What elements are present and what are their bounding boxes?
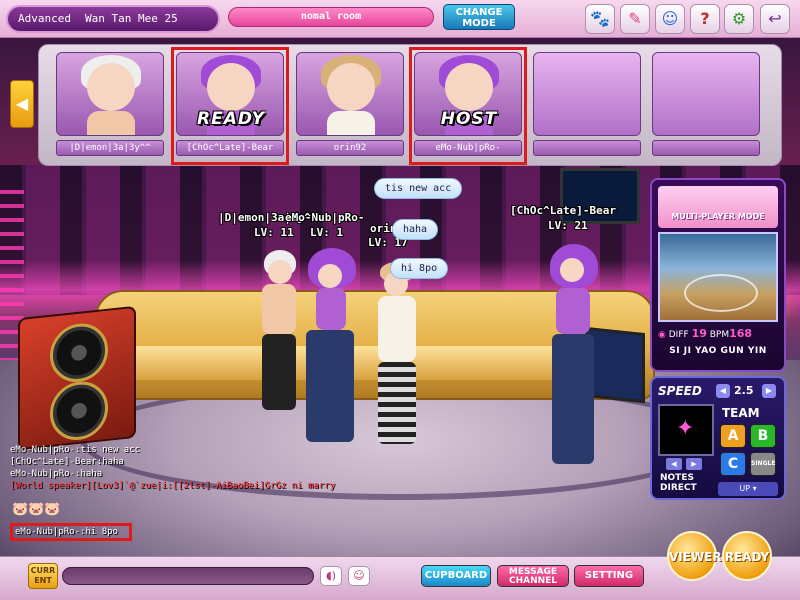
chat-latest-message: eMo-Nub|pRo-:hi 8po xyxy=(10,523,132,541)
disc-icon: ◉ xyxy=(658,330,666,340)
bpm-label: BPM xyxy=(709,330,730,340)
pig-emote-icon: 🐷 xyxy=(12,502,29,517)
slot-player-name: |D|emon|3a|3y^^ xyxy=(56,140,164,156)
empty-slot xyxy=(652,52,760,136)
speed-up-arrow-icon[interactable]: ▶ xyxy=(762,384,776,398)
stage-thumbnail[interactable] xyxy=(658,232,778,322)
character-label-choc-late-bear: [ChOc^Late]-Bear xyxy=(510,204,616,217)
host-status-badge: HOST xyxy=(440,109,498,129)
chat-input[interactable] xyxy=(62,567,314,585)
speech-bubble: hi 8po xyxy=(390,258,449,279)
song-title: SI JI YAO GUN YIN xyxy=(669,346,767,356)
character-level-emo-nub: LV: 1 xyxy=(310,226,344,239)
character-choc-late-bear[interactable] xyxy=(546,244,606,474)
ready-button[interactable]: READY xyxy=(722,531,772,581)
chat-world-message: [World speaker][Lov3]`@`zue|i:[[2lst]-Ai… xyxy=(10,481,336,491)
note-preview xyxy=(658,404,714,456)
player-slot-4[interactable]: HOST eMo-Nub|pRo- xyxy=(409,47,527,165)
team-label: TEAM xyxy=(722,406,760,420)
slot-player-name xyxy=(533,140,641,156)
diff-label: DIFF xyxy=(668,330,689,340)
note-next-arrow-icon[interactable]: ▶ xyxy=(686,458,702,470)
top-bar: Advanced Wan Tan Mee 25 nomal room CHANGE… xyxy=(0,0,800,38)
slot-player-name: eMo-Nub|pRo- xyxy=(414,140,522,156)
speed-value: 2.5 xyxy=(734,384,754,397)
player-slot-2[interactable]: READY [ChOc^Late]-Bear xyxy=(171,47,289,165)
song-stats: ◉ DIFF 19 BPM168 SI JI YAO GUN YIN xyxy=(658,326,778,356)
character-level-choc-late-bear: LV: 21 xyxy=(548,219,588,232)
paw-icon[interactable]: 🐾 xyxy=(585,4,615,34)
note-prev-arrow-icon[interactable]: ◀ xyxy=(666,458,682,470)
current-channel-button[interactable]: CURR ENT xyxy=(28,563,58,589)
chat-emote-icons: 🐷🐷🐷 xyxy=(12,502,61,517)
setting-button[interactable]: SETTING xyxy=(574,565,644,587)
player-info: Advanced Wan Tan Mee 25 xyxy=(6,5,220,33)
speech-bubble: tis new acc xyxy=(374,178,463,199)
chat-message: eMo-Nub|pRo-:haha xyxy=(10,469,103,479)
speech-bubble: haha xyxy=(392,219,439,240)
team-c-button[interactable]: C xyxy=(720,452,746,476)
empty-slot xyxy=(533,52,641,136)
diff-value: 19 xyxy=(691,327,707,340)
player-slot-6-empty[interactable] xyxy=(652,52,760,160)
chat-message: eMo-Nub|pRo-:tis new acc xyxy=(10,445,141,455)
slot-player-name: orin92 xyxy=(296,140,404,156)
emote-icon[interactable]: ☺ xyxy=(348,566,370,586)
chat-message: [ChOc^Late]-Bear:haha xyxy=(10,457,124,467)
team-a-button[interactable]: A xyxy=(720,424,746,448)
pig-emote-icon: 🐷 xyxy=(28,502,45,517)
mode-title: MULTI-PLAYER MODE xyxy=(658,186,778,228)
character-demon[interactable] xyxy=(254,250,304,420)
help-icon[interactable]: ? xyxy=(690,4,720,34)
player-mode: Advanced xyxy=(18,12,71,25)
song-info-panel: MULTI-PLAYER MODE ◉ DIFF 19 BPM168 SI JI… xyxy=(650,178,786,372)
avatar xyxy=(56,52,164,136)
change-mode-button[interactable]: CHANGE MODE xyxy=(443,4,515,30)
control-panel: SPEED ◀ 2.5 ▶ ◀ ▶ NOTES DIRECT TEAM A B … xyxy=(650,376,786,500)
change-mode-label: MODE xyxy=(462,18,496,29)
character-label-emo-nub: eMo-Nub|pRo- xyxy=(285,211,365,224)
pig-emote-icon: 🐷 xyxy=(44,502,61,517)
avatar: READY xyxy=(176,52,284,136)
slot-player-name xyxy=(652,140,760,156)
character-level-demon: LV: 11 xyxy=(254,226,294,239)
note-direction-select[interactable]: UP ▾ xyxy=(718,482,778,496)
message-channel-button[interactable]: MESSAGE CHANNEL xyxy=(497,565,569,587)
player-name: Wan Tan Mee 25 xyxy=(84,12,178,25)
player-slot-3[interactable]: orin92 xyxy=(296,52,404,160)
speaker-icon[interactable]: ◖) xyxy=(320,566,342,586)
pen-icon[interactable]: ✎ xyxy=(620,4,650,34)
avatar: HOST xyxy=(414,52,522,136)
bpm-value: 168 xyxy=(729,327,753,340)
player-slot-5-empty[interactable] xyxy=(533,52,641,160)
slot-prev-arrow-icon[interactable]: ◀ xyxy=(10,80,34,128)
notes-direct-label: NOTES DIRECT xyxy=(660,473,697,493)
gear-icon[interactable]: ⚙ xyxy=(724,4,754,34)
viewer-button[interactable]: VIEWER xyxy=(667,531,722,581)
team-single-button[interactable]: SINGLE xyxy=(750,452,776,476)
character-orin92[interactable] xyxy=(372,262,422,452)
slot-player-name: [ChOc^Late]-Bear xyxy=(176,140,284,156)
change-mode-label: CHANGE xyxy=(455,7,503,18)
ready-status-badge: READY xyxy=(197,109,265,129)
speed-label: SPEED xyxy=(658,384,702,398)
player-slot-1[interactable]: |D|emon|3a|3y^^ xyxy=(56,52,164,160)
speaker xyxy=(18,305,136,451)
person-icon[interactable]: ☺ xyxy=(655,4,685,34)
cupboard-button[interactable]: CUPBOARD xyxy=(421,565,491,587)
chevron-down-icon: ▾ xyxy=(752,484,757,493)
room-name: nomal room xyxy=(228,7,434,27)
character-emo-nub[interactable] xyxy=(300,248,370,448)
avatar xyxy=(296,52,404,136)
chat-log: eMo-Nub|pRo-:tis new acc [ChOc^Late]-Bea… xyxy=(10,444,430,492)
back-arrow-icon[interactable]: ↩ xyxy=(760,4,790,34)
team-b-button[interactable]: B xyxy=(750,424,776,448)
speed-down-arrow-icon[interactable]: ◀ xyxy=(716,384,730,398)
